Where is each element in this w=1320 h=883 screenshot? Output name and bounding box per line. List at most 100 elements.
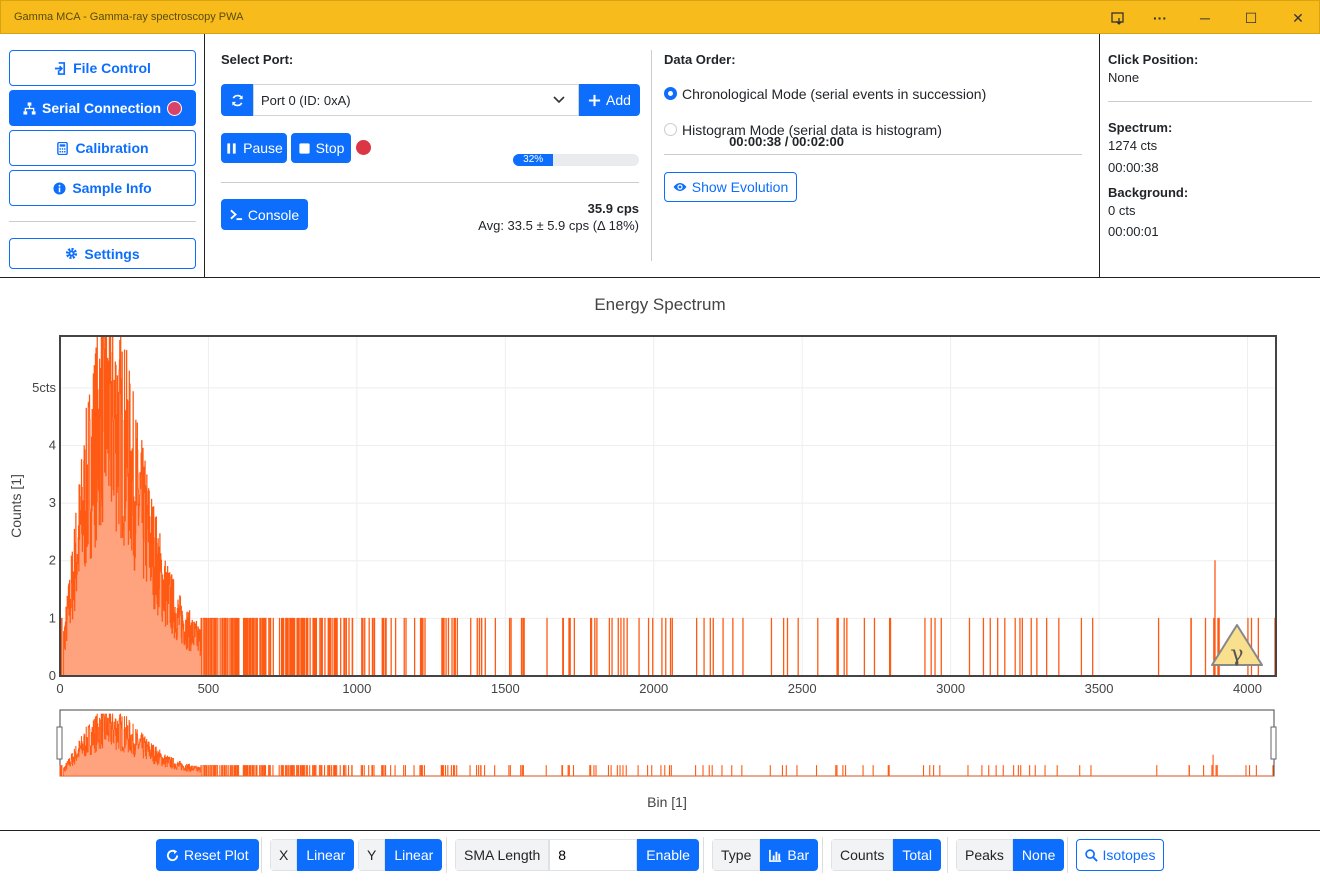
- stop-icon: [298, 142, 310, 154]
- y-scale-group: Y Linear: [358, 839, 443, 871]
- histogram-label: Histogram Mode (serial data is histogram…: [682, 122, 942, 138]
- serial-divider: [221, 182, 639, 183]
- sample-info-label: Sample Info: [72, 180, 152, 196]
- sma-length-input[interactable]: [549, 839, 638, 871]
- calibration-label: Calibration: [75, 140, 149, 156]
- x-scale-button[interactable]: Linear: [297, 839, 355, 871]
- toolbar-separator: [703, 837, 704, 873]
- connection-status-dot: [167, 100, 183, 116]
- terminal-icon: [230, 209, 242, 221]
- y-tick-label: 0: [49, 668, 56, 683]
- range-slider-frame: [59, 709, 1275, 777]
- recording-dot: [356, 140, 371, 155]
- add-port-label: Add: [606, 92, 631, 108]
- isotopes-button[interactable]: Isotopes: [1076, 839, 1164, 871]
- y-tick-label: 2: [49, 553, 56, 568]
- console-label: Console: [247, 206, 300, 223]
- close-icon[interactable]: ✕: [1283, 6, 1313, 30]
- pause-button[interactable]: Pause: [221, 133, 287, 163]
- info-panel: Click Position: None Spectrum: 1274 cts …: [1099, 34, 1320, 278]
- add-port-button[interactable]: Add: [579, 84, 640, 116]
- peaks-label: Peaks: [956, 839, 1013, 871]
- x-tick-label: 4000: [1233, 681, 1262, 696]
- port-select[interactable]: Port 0 (ID: 0xA): [253, 84, 579, 116]
- sma-length-label: SMA Length: [455, 839, 550, 871]
- file-import-icon: [55, 61, 66, 75]
- info-divider: [1108, 101, 1312, 102]
- y-scale-button[interactable]: Linear: [385, 839, 443, 871]
- plot-type-group: Type Bar: [712, 839, 819, 871]
- spectrum-label: Spectrum:: [1108, 120, 1173, 135]
- background-time: 00:00:01: [1108, 224, 1159, 239]
- chronological-radio[interactable]: [664, 87, 677, 100]
- data-order-divider: [664, 154, 1082, 155]
- x-scale-label: X: [270, 839, 298, 871]
- x-tick-label: 500: [198, 681, 220, 696]
- console-button[interactable]: Console: [221, 199, 308, 230]
- panel-divider: [651, 50, 652, 261]
- reset-plot-button[interactable]: Reset Plot: [156, 839, 259, 871]
- x-tick-label: 2500: [788, 681, 817, 696]
- window-title: Gamma MCA - Gamma-ray spectroscopy PWA: [14, 11, 244, 23]
- plot-frame: [59, 335, 1277, 677]
- stop-button[interactable]: Stop: [291, 133, 351, 163]
- background-counts: 0 cts: [1108, 203, 1136, 218]
- chronological-label: Chronological Mode (serial events in suc…: [682, 86, 987, 102]
- histogram-radio[interactable]: [664, 123, 677, 136]
- bar-chart-icon: [769, 849, 782, 862]
- x-tick-label: 0: [56, 681, 63, 696]
- sma-group: SMA Length Enable: [455, 839, 699, 871]
- x-tick-label: 3500: [1085, 681, 1114, 696]
- toolbar-separator: [822, 837, 823, 873]
- recording-progress-bar: 32%: [513, 154, 554, 166]
- pause-label: Pause: [243, 140, 283, 156]
- serial-connection-button[interactable]: Serial Connection: [9, 90, 196, 126]
- eye-icon: [673, 183, 687, 191]
- toolbar-separator: [1067, 837, 1068, 873]
- chart-title: Energy Spectrum: [594, 295, 725, 314]
- sma-enable-button[interactable]: Enable: [637, 839, 699, 871]
- y-tick-label: 4: [49, 437, 56, 452]
- spectrum-chart-area: Energy Spectrum 0 500 1000 1500 2000 2500 3000 3…: [0, 278, 1320, 831]
- sidebar-divider: [9, 221, 196, 222]
- sidebar: File Control Serial Connection Calibrati…: [0, 34, 205, 278]
- data-order-label: Data Order:: [664, 52, 736, 67]
- file-control-button[interactable]: File Control: [9, 50, 196, 86]
- peaks-button[interactable]: None: [1012, 839, 1065, 871]
- avg-cps-readout: Avg: 33.5 ± 5.9 cps (Δ 18%): [478, 218, 639, 233]
- click-position-value: None: [1108, 70, 1140, 85]
- serial-connection-label: Serial Connection: [41, 100, 162, 116]
- refresh-icon: [231, 94, 243, 106]
- spectrum-time: 00:00:38: [1108, 160, 1159, 175]
- settings-label: Settings: [84, 245, 140, 262]
- spectrum-series: [59, 335, 1276, 677]
- plot-type-button[interactable]: Bar: [760, 839, 819, 871]
- spectrum-chart[interactable]: Energy Spectrum 0 500 1000 1500 2000 2500 3000 3…: [0, 278, 1320, 831]
- x-tick-label: 2000: [639, 681, 668, 696]
- search-icon: [1084, 848, 1098, 862]
- sample-info-button[interactable]: Sample Info: [9, 170, 196, 206]
- x-tick-label: 3000: [936, 681, 965, 696]
- reset-icon: [166, 848, 179, 861]
- show-evolution-button[interactable]: Show Evolution: [664, 172, 797, 202]
- plot-toolbar: Reset Plot X Linear Y Linear SMA Length …: [0, 831, 1320, 883]
- counts-group: Counts Total: [831, 839, 941, 871]
- range-slider-handle-right[interactable]: [1270, 726, 1277, 760]
- plus-icon: [588, 94, 601, 106]
- title-bar: Gamma MCA - Gamma-ray spectroscopy PWA ·…: [0, 0, 1320, 34]
- range-slider-handle-left[interactable]: [56, 726, 63, 760]
- spectrum-counts: 1274 cts: [1108, 138, 1158, 153]
- maximize-icon[interactable]: ☐: [1236, 6, 1266, 30]
- calibration-button[interactable]: Calibration: [9, 130, 196, 166]
- plot-type-label: Type: [712, 839, 761, 871]
- x-tick-label: 1500: [491, 681, 520, 696]
- settings-button[interactable]: Settings: [9, 238, 196, 269]
- refresh-ports-button[interactable]: [221, 84, 253, 116]
- more-options-icon[interactable]: ···: [1145, 6, 1175, 30]
- click-position-label: Click Position:: [1108, 52, 1199, 67]
- install-app-icon[interactable]: [1103, 6, 1133, 30]
- counts-button[interactable]: Total: [893, 839, 941, 871]
- minimize-icon[interactable]: ─: [1190, 6, 1220, 30]
- info-circle-icon: [53, 181, 66, 195]
- x-axis-label: Bin [1]: [647, 794, 687, 810]
